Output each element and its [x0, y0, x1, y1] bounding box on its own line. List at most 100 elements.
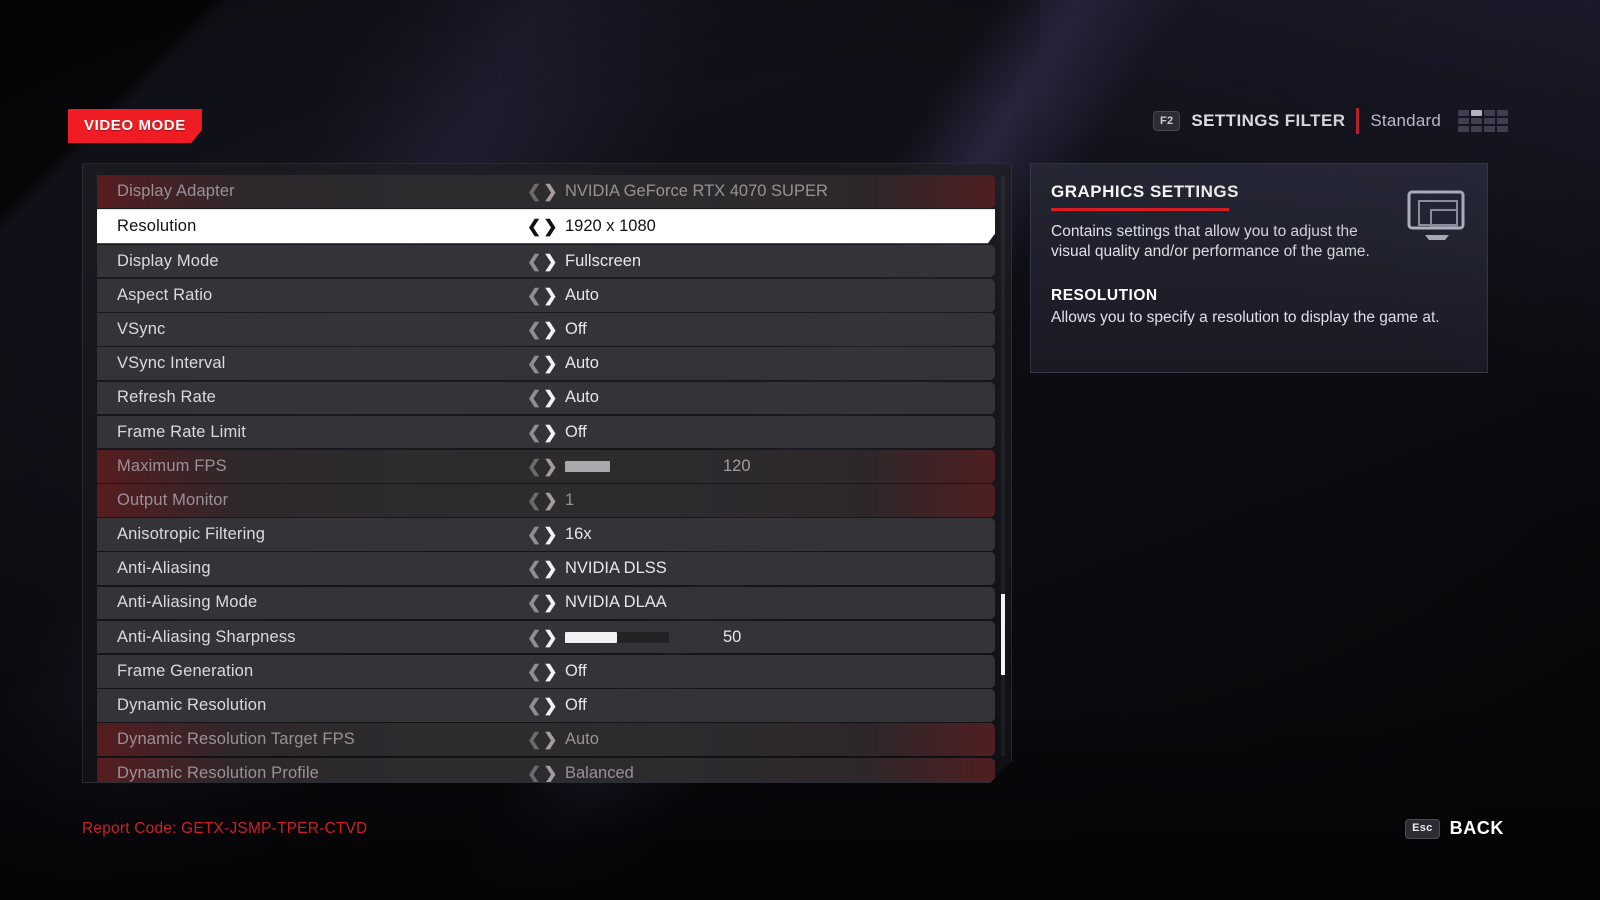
- settings-scrollbar[interactable]: [1001, 176, 1005, 756]
- setting-slider[interactable]: [565, 632, 669, 643]
- chevron-right-icon[interactable]: ❯: [543, 663, 557, 680]
- setting-label: Refresh Rate: [117, 388, 217, 407]
- setting-row[interactable]: VSync Interval ❮ ❯ Auto: [97, 347, 995, 380]
- setting-value: Off: [565, 696, 587, 715]
- setting-row[interactable]: Anti-Aliasing Sharpness ❮ ❯ 50: [97, 621, 995, 654]
- chevron-left-icon[interactable]: ❮: [527, 629, 541, 646]
- chevron-right-icon[interactable]: ❯: [543, 458, 557, 475]
- chevron-right-icon[interactable]: ❯: [543, 218, 557, 235]
- chevron-right-icon[interactable]: ❯: [543, 287, 557, 304]
- setting-row[interactable]: Aspect Ratio ❮ ❯ Auto: [97, 279, 995, 312]
- chevron-left-icon[interactable]: ❮: [527, 218, 541, 235]
- chevron-left-icon[interactable]: ❮: [527, 560, 541, 577]
- info-heading-underline: [1051, 208, 1229, 211]
- setting-label: Anisotropic Filtering: [117, 525, 266, 544]
- setting-control[interactable]: ❮ ❯ Auto: [527, 730, 599, 749]
- chevron-right-icon[interactable]: ❯: [543, 355, 557, 372]
- chevron-right-icon[interactable]: ❯: [543, 526, 557, 543]
- setting-arrows: ❮ ❯: [527, 560, 561, 577]
- chevron-left-icon[interactable]: ❮: [527, 526, 541, 543]
- back-button-label: BACK: [1449, 818, 1504, 838]
- chevron-left-icon[interactable]: ❮: [527, 424, 541, 441]
- chevron-right-icon[interactable]: ❯: [543, 594, 557, 611]
- setting-slider[interactable]: [565, 461, 669, 472]
- chevron-left-icon[interactable]: ❮: [527, 663, 541, 680]
- setting-control[interactable]: ❮ ❯ NVIDIA DLAA: [527, 593, 667, 612]
- setting-control[interactable]: ❮ ❯ Off: [527, 696, 587, 715]
- chevron-left-icon[interactable]: ❮: [527, 492, 541, 509]
- setting-label: Resolution: [117, 216, 197, 235]
- setting-row[interactable]: Anti-Aliasing ❮ ❯ NVIDIA DLSS: [97, 552, 995, 585]
- setting-control[interactable]: ❮ ❯ NVIDIA GeForce RTX 4070 SUPER: [527, 182, 828, 201]
- setting-row[interactable]: Frame Rate Limit ❮ ❯ Off: [97, 416, 995, 449]
- chevron-left-icon[interactable]: ❮: [527, 355, 541, 372]
- setting-label: Anti-Aliasing Mode: [117, 593, 258, 612]
- chevron-left-icon[interactable]: ❮: [527, 594, 541, 611]
- chevron-left-icon[interactable]: ❮: [527, 731, 541, 748]
- chevron-right-icon[interactable]: ❯: [543, 253, 557, 270]
- setting-control[interactable]: ❮ ❯ 1: [527, 491, 574, 510]
- setting-control[interactable]: ❮ ❯ 50: [527, 628, 741, 647]
- setting-value: 16x: [565, 525, 592, 544]
- setting-row[interactable]: Refresh Rate ❮ ❯ Auto: [97, 382, 995, 415]
- setting-control[interactable]: ❮ ❯ 16x: [527, 525, 592, 544]
- setting-row[interactable]: Dynamic Resolution Target FPS ❮ ❯ Auto: [97, 723, 995, 756]
- setting-row[interactable]: Display Mode ❮ ❯ Fullscreen: [97, 245, 995, 278]
- chevron-right-icon[interactable]: ❯: [543, 321, 557, 338]
- setting-control[interactable]: ❮ ❯ 120: [527, 457, 751, 476]
- setting-control[interactable]: ❮ ❯ Off: [527, 662, 587, 681]
- setting-control[interactable]: ❮ ❯ 1920 x 1080: [527, 217, 656, 236]
- setting-row[interactable]: Display Adapter ❮ ❯ NVIDIA GeForce RTX 4070…: [97, 175, 995, 208]
- setting-row[interactable]: Anisotropic Filtering ❮ ❯ 16x: [97, 518, 995, 551]
- setting-arrows: ❮ ❯: [527, 321, 561, 338]
- chevron-right-icon[interactable]: ❯: [543, 389, 557, 406]
- setting-row[interactable]: Maximum FPS ❮ ❯ 120: [97, 450, 995, 483]
- setting-control[interactable]: ❮ ❯ Balanced: [527, 764, 634, 783]
- setting-row[interactable]: VSync ❮ ❯ Off: [97, 313, 995, 346]
- setting-label: Display Mode: [117, 251, 219, 270]
- setting-control[interactable]: ❮ ❯ Auto: [527, 354, 599, 373]
- setting-row[interactable]: Dynamic Resolution Profile ❮ ❯ Balanced: [97, 758, 995, 783]
- settings-filter-bar[interactable]: F2 SETTINGS FILTER Standard: [1152, 108, 1508, 134]
- setting-control[interactable]: ❮ ❯ Fullscreen: [527, 252, 641, 271]
- info-sub-description: Allows you to specify a resolution to di…: [1051, 308, 1440, 326]
- setting-row[interactable]: Output Monitor ❮ ❯ 1: [97, 484, 995, 517]
- tab-video-mode[interactable]: VIDEO MODE: [68, 109, 202, 143]
- scrollbar-thumb[interactable]: [1001, 594, 1005, 675]
- setting-arrows: ❮ ❯: [527, 458, 561, 475]
- setting-label: Output Monitor: [117, 490, 229, 509]
- chevron-right-icon[interactable]: ❯: [543, 629, 557, 646]
- setting-arrows: ❮ ❯: [527, 629, 561, 646]
- chevron-right-icon[interactable]: ❯: [543, 697, 557, 714]
- setting-control[interactable]: ❮ ❯ NVIDIA DLSS: [527, 559, 667, 578]
- chevron-left-icon[interactable]: ❮: [527, 183, 541, 200]
- chevron-left-icon[interactable]: ❮: [527, 389, 541, 406]
- back-button[interactable]: Esc BACK: [1405, 818, 1504, 839]
- chevron-right-icon[interactable]: ❯: [543, 183, 557, 200]
- chevron-left-icon[interactable]: ❮: [527, 321, 541, 338]
- setting-control[interactable]: ❮ ❯ Off: [527, 423, 587, 442]
- setting-arrows: ❮ ❯: [527, 594, 561, 611]
- settings-filter-value[interactable]: Standard: [1370, 111, 1441, 131]
- setting-row[interactable]: Resolution ❮ ❯ 1920 x 1080: [97, 209, 995, 243]
- info-sub-heading: RESOLUTION: [1051, 286, 1158, 304]
- setting-row[interactable]: Anti-Aliasing Mode ❮ ❯ NVIDIA DLAA: [97, 587, 995, 620]
- chevron-right-icon[interactable]: ❯: [543, 765, 557, 782]
- setting-row[interactable]: Frame Generation ❮ ❯ Off: [97, 655, 995, 688]
- filter-divider: [1356, 108, 1360, 134]
- chevron-left-icon[interactable]: ❮: [527, 697, 541, 714]
- chevron-right-icon[interactable]: ❯: [543, 424, 557, 441]
- setting-control[interactable]: ❮ ❯ Auto: [527, 388, 599, 407]
- chevron-left-icon[interactable]: ❮: [527, 765, 541, 782]
- setting-label: VSync Interval: [117, 354, 226, 373]
- chevron-left-icon[interactable]: ❮: [527, 458, 541, 475]
- chevron-right-icon[interactable]: ❯: [543, 731, 557, 748]
- chevron-right-icon[interactable]: ❯: [543, 560, 557, 577]
- setting-control[interactable]: ❮ ❯ Auto: [527, 286, 599, 305]
- chevron-left-icon[interactable]: ❮: [527, 287, 541, 304]
- chevron-left-icon[interactable]: ❮: [527, 253, 541, 270]
- setting-control[interactable]: ❮ ❯ Off: [527, 320, 587, 339]
- setting-row[interactable]: Dynamic Resolution ❮ ❯ Off: [97, 689, 995, 722]
- chevron-right-icon[interactable]: ❯: [543, 492, 557, 509]
- setting-value: 1920 x 1080: [565, 216, 656, 235]
